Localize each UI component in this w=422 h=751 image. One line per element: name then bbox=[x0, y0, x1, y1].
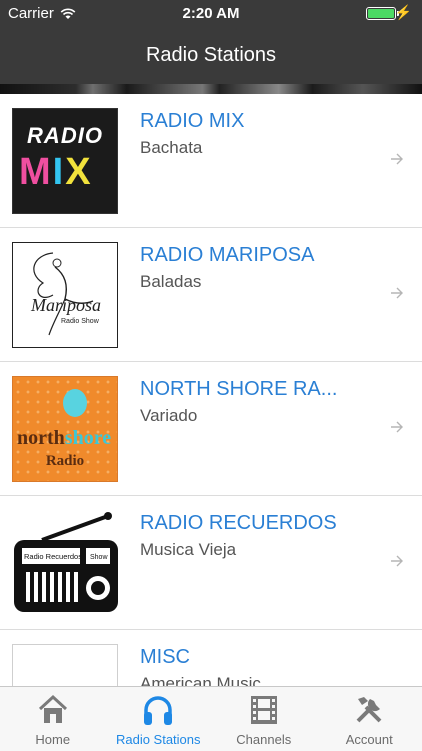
tab-label: Radio Stations bbox=[106, 732, 212, 747]
tools-icon bbox=[352, 693, 386, 727]
arrow-right-icon bbox=[390, 554, 404, 568]
status-bar: Carrier 2:20 AM ⚡ bbox=[0, 0, 422, 28]
tab-bar: Home Radio Stations Channels Account bbox=[0, 686, 422, 751]
station-logo-radio-recuerdos: Radio Recuerdos Show bbox=[12, 510, 118, 616]
station-genre: Variado bbox=[140, 406, 197, 426]
svg-text:Mariposa: Mariposa bbox=[30, 295, 101, 315]
tab-label: Channels bbox=[211, 732, 317, 747]
station-row-radio-mix[interactable]: RADIO MIX RADIO MIX Bachata bbox=[0, 94, 422, 228]
tab-radio-stations[interactable]: Radio Stations bbox=[106, 687, 212, 751]
station-row-north-shore-radio[interactable]: northshore Radio NORTH SHORE RA... Varia… bbox=[0, 362, 422, 496]
navigation-bar: Radio Stations bbox=[0, 28, 422, 84]
station-name: MISC bbox=[140, 646, 190, 669]
station-row-radio-mariposa[interactable]: Mariposa Radio Show RADIO MARIPOSA Balad… bbox=[0, 228, 422, 362]
radio-icon: Radio Recuerdos Show bbox=[12, 510, 118, 616]
svg-text:Show: Show bbox=[90, 554, 108, 561]
svg-text:Radio Recuerdos: Radio Recuerdos bbox=[24, 552, 82, 561]
tab-label: Account bbox=[317, 732, 422, 747]
station-logo-north-shore: northshore Radio bbox=[12, 376, 118, 482]
fairy-logo-icon: Mariposa Radio Show bbox=[13, 243, 117, 347]
station-row-radio-recuerdos[interactable]: Radio Recuerdos Show RADIO RECUERDOS Mus… bbox=[0, 496, 422, 630]
station-logo-radio-mariposa: Mariposa Radio Show bbox=[12, 242, 118, 348]
svg-text:Radio Show: Radio Show bbox=[61, 318, 100, 325]
arrow-right-icon bbox=[390, 152, 404, 166]
station-genre: American Music bbox=[140, 674, 261, 686]
header-banner-image bbox=[0, 84, 422, 94]
tab-home[interactable]: Home bbox=[0, 687, 106, 751]
station-name: RADIO MARIPOSA bbox=[140, 244, 314, 267]
status-time: 2:20 AM bbox=[0, 5, 422, 22]
battery-icon bbox=[366, 7, 396, 20]
station-logo-misc bbox=[12, 644, 118, 686]
film-icon bbox=[247, 693, 281, 727]
station-name: NORTH SHORE RA... bbox=[140, 378, 337, 401]
station-list[interactable]: RADIO MIX RADIO MIX Bachata Mariposa Rad… bbox=[0, 94, 422, 686]
station-logo-radio-mix: RADIO MIX bbox=[12, 108, 118, 214]
station-genre: Musica Vieja bbox=[140, 540, 236, 560]
tab-account[interactable]: Account bbox=[317, 687, 422, 751]
home-icon bbox=[36, 693, 70, 727]
station-name: RADIO MIX bbox=[140, 110, 244, 133]
station-name: RADIO RECUERDOS bbox=[140, 512, 337, 535]
headphones-icon bbox=[141, 693, 175, 727]
tab-channels[interactable]: Channels bbox=[211, 687, 317, 751]
tab-label: Home bbox=[0, 732, 106, 747]
arrow-right-icon bbox=[390, 286, 404, 300]
charging-icon: ⚡ bbox=[395, 4, 412, 21]
station-row-misc[interactable]: MISC American Music bbox=[0, 630, 422, 686]
arrow-right-icon bbox=[390, 420, 404, 434]
station-genre: Bachata bbox=[140, 138, 202, 158]
page-title: Radio Stations bbox=[0, 44, 422, 67]
station-genre: Baladas bbox=[140, 272, 201, 292]
